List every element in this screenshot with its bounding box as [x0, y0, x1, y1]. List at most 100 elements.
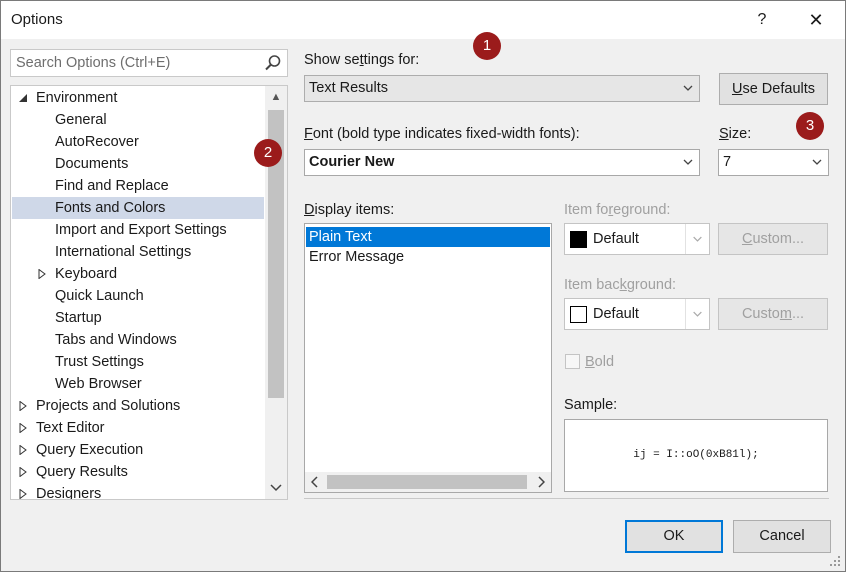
tree-item[interactable]: Designers	[12, 483, 264, 499]
item-background-label: Item background:	[564, 277, 677, 293]
size-value: 7	[723, 154, 732, 170]
chevron-down-icon	[685, 299, 702, 329]
scroll-left-arrow-icon[interactable]	[305, 472, 325, 492]
tree-item-label: Query Execution	[36, 442, 144, 458]
window-title: Options	[11, 11, 63, 28]
tree-item[interactable]: Tabs and Windows	[12, 329, 264, 351]
sample-label: Sample:	[564, 397, 618, 413]
tree-item[interactable]: Text Editor	[12, 417, 264, 439]
sample-preview: ij = I::oO(0xB81l);	[564, 419, 828, 492]
tree-item[interactable]: AutoRecover	[12, 131, 264, 153]
tree-item[interactable]: Query Execution	[12, 439, 264, 461]
tree-item-label: Find and Replace	[55, 178, 169, 194]
chevron-down-icon	[683, 85, 693, 91]
title-bar: Options ? ✕	[1, 1, 845, 39]
foreground-custom-button[interactable]: Custom...	[718, 223, 828, 255]
tree-item-label: Quick Launch	[55, 288, 144, 304]
tree-item[interactable]: Find and Replace	[12, 175, 264, 197]
show-settings-dropdown[interactable]: Text Results	[304, 75, 700, 102]
collapsed-triangle-icon[interactable]	[16, 395, 30, 417]
scrollbar-thumb[interactable]	[327, 475, 527, 489]
search-input[interactable]	[11, 50, 259, 76]
tree-item-label: Environment	[36, 90, 118, 106]
use-defaults-button[interactable]: Use Defaults	[719, 73, 828, 105]
tree-item[interactable]: General	[12, 109, 264, 131]
size-label: Size:	[719, 126, 752, 142]
display-items-horizontal-scrollbar[interactable]	[305, 472, 551, 492]
options-tree: Environment General AutoRecover Documents Fi…	[10, 85, 288, 500]
size-dropdown[interactable]: 7	[718, 149, 829, 176]
tree-item-label: Tabs and Windows	[55, 332, 177, 348]
resize-grip-icon[interactable]	[829, 555, 841, 567]
item-background-value: Default	[593, 306, 639, 322]
display-items-label: Display items:	[304, 202, 395, 218]
options-dialog: Options ? ✕ 1 2 3 Environment General Auto…	[0, 0, 846, 572]
tree-item[interactable]: Quick Launch	[12, 285, 264, 307]
ok-button[interactable]: OK	[625, 520, 723, 553]
tree-item[interactable]: Query Results	[12, 461, 264, 483]
list-item[interactable]: Plain Text	[306, 227, 550, 247]
chevron-down-icon	[683, 159, 693, 165]
chevron-down-icon	[685, 224, 702, 254]
background-custom-button[interactable]: Custom...	[718, 298, 828, 330]
callout-marker-2: 2	[254, 139, 282, 167]
search-box	[10, 49, 288, 77]
tree-item-label: Documents	[55, 156, 129, 172]
tree-item[interactable]: Trust Settings	[12, 351, 264, 373]
tree-item-label: Projects and Solutions	[36, 398, 181, 414]
foreground-color-swatch	[570, 231, 587, 248]
help-button[interactable]: ?	[747, 5, 777, 35]
callout-marker-3: 3	[796, 112, 824, 140]
tree-item[interactable]: Environment	[12, 87, 264, 109]
show-settings-value: Text Results	[309, 80, 388, 96]
font-label: Font (bold type indicates fixed-width fo…	[304, 126, 580, 142]
close-button[interactable]: ✕	[798, 5, 834, 35]
tree-item-label: Query Results	[36, 464, 128, 480]
list-item[interactable]: Error Message	[306, 247, 550, 267]
tree-item-label: Keyboard	[55, 266, 118, 282]
collapsed-triangle-icon[interactable]	[16, 439, 30, 461]
tree-item-label: Web Browser	[55, 376, 142, 392]
expanded-triangle-icon[interactable]	[16, 87, 30, 109]
tree-item[interactable]: Web Browser	[12, 373, 264, 395]
item-foreground-dropdown[interactable]: Default	[564, 223, 710, 255]
tree-item-label: AutoRecover	[55, 134, 139, 150]
tree-item-label: Text Editor	[36, 420, 105, 436]
display-items-list: Plain Text Error Message	[304, 223, 552, 493]
background-color-swatch	[570, 306, 587, 323]
scroll-down-arrow-icon[interactable]	[265, 477, 287, 499]
tree-item[interactable]: International Settings	[12, 241, 264, 263]
item-foreground-label: Item foreground:	[564, 202, 671, 218]
sample-text: ij = I::oO(0xB81l);	[633, 449, 759, 461]
tree-item[interactable]: Import and Export Settings	[12, 219, 264, 241]
collapsed-triangle-icon[interactable]	[35, 263, 49, 285]
show-settings-label: Show settings for:	[304, 52, 420, 68]
collapsed-triangle-icon[interactable]	[16, 461, 30, 483]
item-foreground-value: Default	[593, 231, 639, 247]
collapsed-triangle-icon[interactable]	[16, 483, 30, 499]
tree-item[interactable]: Documents	[12, 153, 264, 175]
tree-item-label: Import and Export Settings	[55, 222, 227, 238]
bold-label: Bold	[585, 354, 615, 370]
font-value: Courier New	[309, 154, 395, 170]
search-icon[interactable]	[263, 53, 283, 73]
separator	[304, 498, 829, 499]
tree-item[interactable]: Fonts and Colors	[12, 197, 264, 219]
scroll-up-arrow-icon[interactable]: ▲	[265, 86, 287, 108]
tree-item-label: General	[55, 112, 107, 128]
collapsed-triangle-icon[interactable]	[16, 417, 30, 439]
tree-item[interactable]: Startup	[12, 307, 264, 329]
tree-item-label: Fonts and Colors	[55, 200, 166, 216]
cancel-button[interactable]: Cancel	[733, 520, 831, 553]
scroll-right-arrow-icon[interactable]	[531, 472, 551, 492]
bold-checkbox[interactable]	[565, 354, 580, 369]
tree-item-label: Startup	[55, 310, 102, 326]
callout-marker-1: 1	[473, 32, 501, 60]
tree-item[interactable]: Keyboard	[12, 263, 264, 285]
item-background-dropdown[interactable]: Default	[564, 298, 710, 330]
tree-item-label: Trust Settings	[55, 354, 144, 370]
tree-item[interactable]: Projects and Solutions	[12, 395, 264, 417]
chevron-down-icon	[812, 159, 822, 165]
tree-item-label: International Settings	[55, 244, 192, 260]
font-dropdown[interactable]: Courier New	[304, 149, 700, 176]
